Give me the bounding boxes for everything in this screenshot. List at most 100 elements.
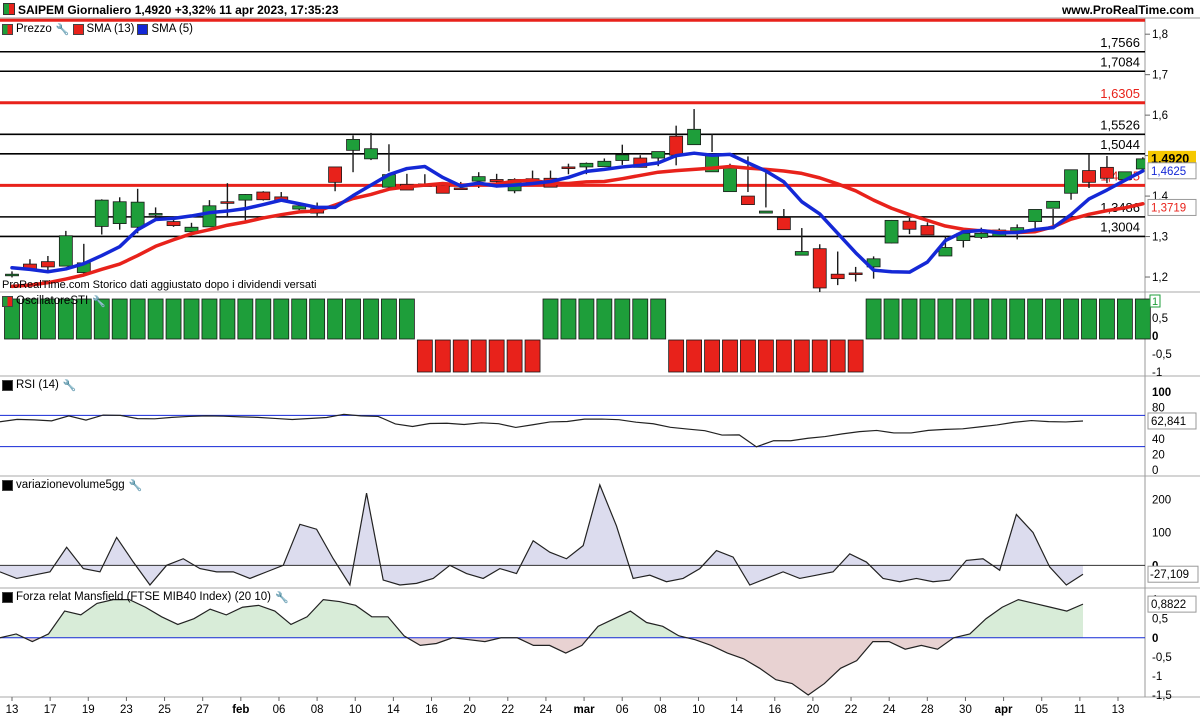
sti-bar (811, 339, 828, 373)
x-tick-label: 13 (6, 704, 19, 716)
sti-bar (434, 339, 451, 373)
wrench-icon[interactable]: 🔧 (275, 591, 289, 604)
sti-bar (1081, 298, 1097, 340)
sti-bar (668, 339, 685, 373)
sti-bar (488, 339, 505, 373)
sti-bar (614, 298, 631, 340)
footnote: ProRealTime.com Storico dati aggiustato … (2, 279, 317, 291)
y-tick-label: 1,6 (1152, 110, 1168, 122)
candle-body (561, 166, 576, 169)
sti-bar (291, 298, 308, 340)
x-tick-label: 08 (654, 704, 667, 716)
wrench-icon[interactable]: 🔧 (56, 23, 70, 36)
mansfield-tick-label: -0,5 (1152, 652, 1172, 664)
rsi-tick-label: 100 (1152, 387, 1171, 399)
rsi-line (0, 413, 1084, 448)
sti-bar (273, 298, 290, 340)
sti-bar (991, 298, 1008, 340)
candle-body (364, 148, 378, 160)
sti-bar (1099, 298, 1115, 340)
sti-bar (165, 298, 182, 340)
candle-body (58, 235, 73, 267)
candle-body (453, 187, 468, 191)
rsi-swatch-icon (2, 379, 13, 391)
volume-tick-label: 200 (1152, 495, 1171, 507)
x-tick-label: 10 (692, 704, 705, 716)
x-tick-label: 27 (196, 704, 209, 716)
candle-body (669, 135, 684, 156)
level-label: 1,5526 (1100, 117, 1140, 132)
sti-bar (686, 339, 702, 373)
legend-sma13[interactable]: SMA (13) (87, 23, 135, 35)
rsi-legend-label[interactable]: RSI (14) (16, 379, 59, 391)
sti-legend-label[interactable]: OscillatoreSTI (16, 295, 88, 307)
candle-body (489, 179, 504, 182)
x-tick-label: 06 (616, 704, 629, 716)
x-tick-label: 24 (540, 704, 553, 716)
candle-body (651, 151, 666, 159)
candle-body (615, 154, 630, 161)
x-tick-label: 25 (158, 704, 171, 716)
legend-prezzo[interactable]: Prezzo (16, 23, 52, 35)
candle-body (130, 201, 145, 228)
legend-sma5[interactable]: SMA (5) (151, 23, 193, 35)
sti-bar (470, 339, 487, 373)
sti-bar (578, 298, 595, 340)
sti-bar (704, 339, 720, 373)
level-label: 1,3004 (1100, 219, 1140, 234)
candle-body (830, 273, 845, 280)
candle-body (112, 201, 127, 225)
sti-bar (650, 298, 667, 340)
sti-bar (327, 298, 344, 340)
sti-bar (381, 298, 397, 340)
sti-tick-label: 0 (1152, 331, 1158, 343)
candle-body (471, 176, 486, 182)
mansfield-legend-label[interactable]: Forza relat Mansfield (FTSE MIB40 Index)… (16, 591, 271, 603)
site-label[interactable]: www.ProRealTime.com (1062, 3, 1194, 17)
x-tick-label: 16 (768, 704, 781, 716)
chart-title: SAIPEM Giornaliero 1,4920 +3,32% 11 apr … (3, 3, 339, 17)
candle-body (794, 251, 809, 256)
sti-bar (1134, 298, 1151, 340)
sti-bar (147, 298, 164, 340)
sti-bar (901, 298, 918, 340)
level-label: 1,7566 (1100, 35, 1140, 50)
sti-bar (219, 298, 236, 340)
candle-body (1028, 209, 1043, 222)
candle-body (579, 162, 594, 168)
sti-bar (1117, 298, 1133, 340)
sti-bar (237, 298, 254, 340)
prezzo-swatch-icon (2, 23, 13, 35)
vol-legend-label[interactable]: variazionevolume5gg (16, 479, 125, 491)
wrench-icon[interactable]: 🔧 (92, 295, 106, 308)
sti-bar (524, 339, 541, 373)
main-legend: Prezzo 🔧 SMA (13) SMA (5) (2, 21, 193, 37)
candle-body (41, 261, 55, 268)
candles-icon (3, 3, 15, 15)
chart-canvas[interactable]: 1,83451,75661,70841,63051,55261,50441,42… (0, 0, 1200, 720)
x-tick-label: 19 (82, 704, 95, 716)
level-label: 1,6305 (1100, 86, 1140, 101)
candle-body (723, 167, 737, 193)
sti-tick-label: -1 (1152, 367, 1162, 379)
x-tick-label: 20 (463, 704, 476, 716)
chart-window: 1,83451,75661,70841,63051,55261,50441,42… (0, 0, 1200, 720)
sti-bar (596, 298, 613, 340)
x-tick-label: feb (232, 704, 249, 716)
sti-tick-label: 0,5 (1152, 313, 1168, 325)
x-tick-label: apr (995, 704, 1013, 716)
sma5-tag: 1,4625 (1151, 166, 1186, 178)
wrench-icon[interactable]: 🔧 (129, 479, 143, 492)
x-tick-label: 20 (806, 704, 819, 716)
mansfield-swatch-icon (2, 591, 13, 603)
sti-bar (183, 298, 200, 340)
x-tick-label: 05 (1035, 704, 1048, 716)
x-tick-label: 13 (1112, 704, 1125, 716)
wrench-icon[interactable]: 🔧 (63, 379, 77, 392)
sti-bar (309, 298, 326, 340)
sti-tick-label: -0,5 (1152, 349, 1172, 361)
volume-tick-label: 100 (1152, 528, 1171, 540)
sti-bar (1027, 298, 1044, 340)
sti-bar (506, 339, 523, 373)
candle-body (346, 139, 360, 151)
